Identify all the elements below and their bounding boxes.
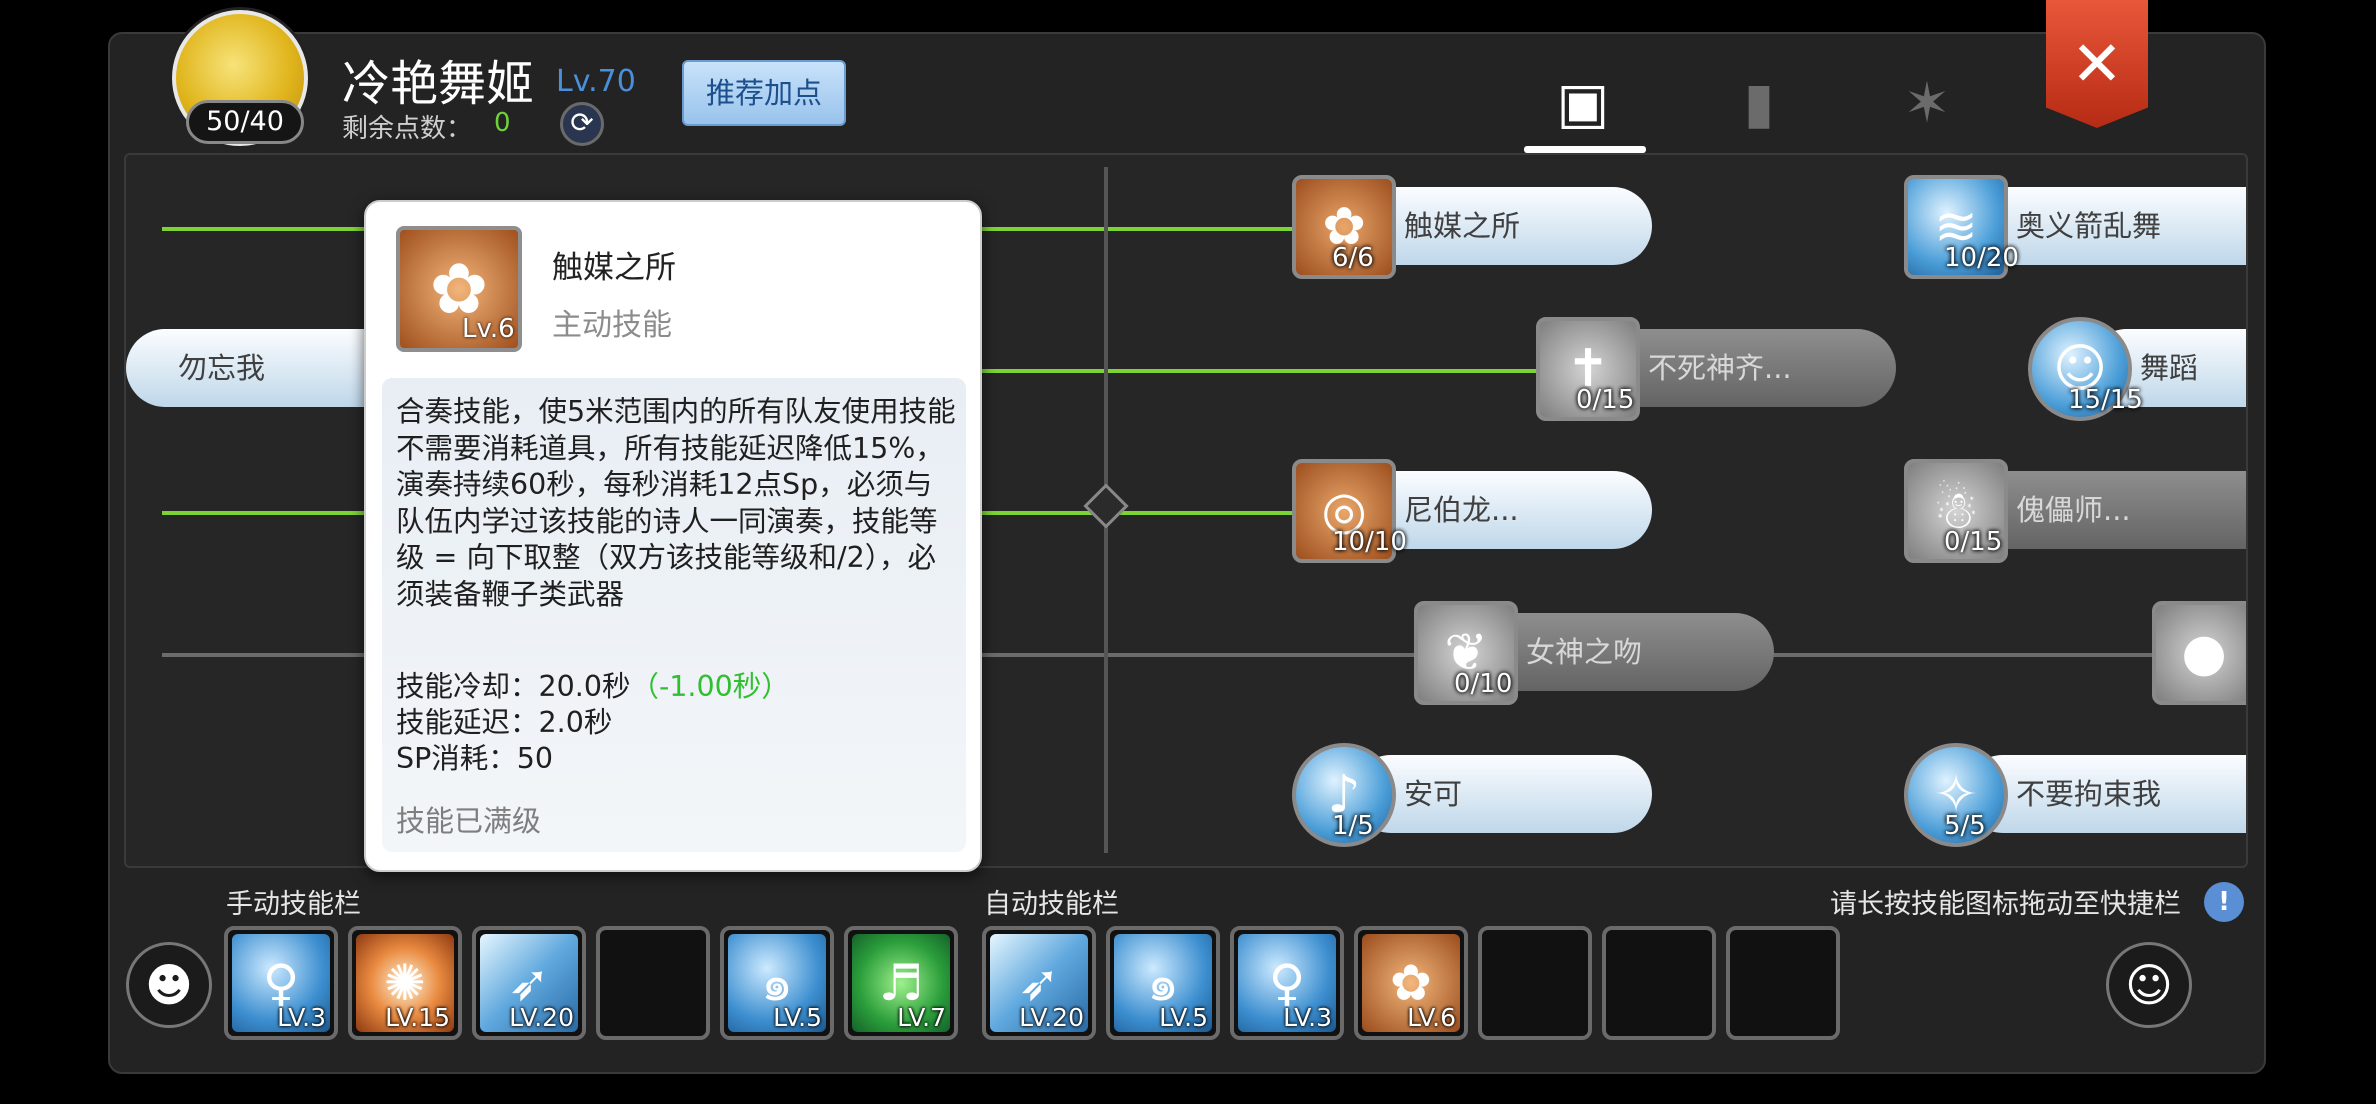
manual-slot[interactable]: ♬ LV.7 xyxy=(844,926,958,1040)
manual-slot[interactable]: ➶ LV.20 xyxy=(472,926,586,1040)
manual-skillbar-label: 手动技能栏 xyxy=(226,889,361,920)
character-level: Lv.70 xyxy=(556,64,636,99)
tab-book[interactable]: ▮ xyxy=(1716,58,1802,148)
popup-description: 合奏技能，使5米范围内的所有队友使用技能不需要消耗道具，所有技能延迟降低15%，… xyxy=(396,395,956,611)
slot-level: LV.20 xyxy=(509,1003,574,1032)
skill-name: 触媒之所 xyxy=(1352,187,1652,265)
slot-level: LV.20 xyxy=(1019,1003,1084,1032)
auto-slot-empty[interactable] xyxy=(1726,926,1840,1040)
slot-level: LV.15 xyxy=(385,1003,450,1032)
close-button[interactable]: ✕ xyxy=(2046,0,2148,128)
skill-detail-popup: ✿ Lv.6 触媒之所 主动技能 合奏技能，使5米范围内的所有队友使用技能不需要… xyxy=(364,200,982,872)
popup-body: 合奏技能，使5米范围内的所有队友使用技能不需要消耗道具，所有技能延迟降低15%，… xyxy=(382,378,966,852)
popup-skill-type: 主动技能 xyxy=(552,308,672,343)
cooldown-bonus: （-1.00秒） xyxy=(630,670,790,703)
manual-slot[interactable]: ๑ LV.5 xyxy=(720,926,834,1040)
reset-points-button[interactable]: ⟳ xyxy=(560,102,604,146)
skill-count: 1/5 xyxy=(1332,811,1374,841)
skill-count: 5/5 xyxy=(1944,811,1986,841)
skill-count: 10/20 xyxy=(1944,243,2019,273)
skill-count: 0/15 xyxy=(1576,385,1635,415)
refresh-icon: ⟳ xyxy=(570,106,594,139)
skill-count: 0/10 xyxy=(1454,669,1513,699)
tab-skills[interactable]: ▣ xyxy=(1540,58,1626,148)
remaining-points-label: 剩余点数： xyxy=(342,114,473,144)
manual-slot-empty[interactable] xyxy=(596,926,710,1040)
active-tab-indicator xyxy=(1524,146,1646,153)
auto-slot[interactable]: ♀ LV.3 xyxy=(1230,926,1344,1040)
auto-skillbar-label: 自动技能栏 xyxy=(984,889,1119,920)
recommend-points-button[interactable]: 推荐加点 xyxy=(682,60,846,126)
skill-name: 安可 xyxy=(1352,755,1652,833)
close-icon: ✕ xyxy=(2071,27,2123,100)
remaining-points-value: 0 xyxy=(494,108,511,138)
skill-name: 不死神齐... xyxy=(1596,329,1896,407)
manual-slot[interactable]: ✺ LV.15 xyxy=(348,926,462,1040)
divider-ornament-icon xyxy=(1083,483,1129,529)
popup-sp-cost: SP消耗：50 xyxy=(396,742,554,775)
popup-cooldown: 技能冷却：20.0秒（-1.00秒） xyxy=(396,664,790,705)
info-icon[interactable]: ! xyxy=(2204,882,2244,922)
popup-skill-level: Lv.6 xyxy=(462,314,515,344)
skill-book-icon: ▣ xyxy=(1556,70,1610,136)
auto-slot-empty[interactable] xyxy=(1478,926,1592,1040)
popup-skill-title: 触媒之所 xyxy=(552,250,676,286)
auto-slot-empty[interactable] xyxy=(1602,926,1716,1040)
slot-level: LV.3 xyxy=(1283,1003,1332,1032)
skill-count: 0/15 xyxy=(1944,527,2003,557)
skill-count: 10/10 xyxy=(1332,527,1407,557)
bookmark-icon: ▮ xyxy=(1743,70,1775,136)
popup-maxed-status: 技能已满级 xyxy=(396,804,542,838)
cat-avatar-icon[interactable]: ☻ xyxy=(126,942,212,1028)
slot-level: LV.5 xyxy=(1159,1003,1208,1032)
slot-level: LV.3 xyxy=(277,1003,326,1032)
drag-hint: 请长按技能图标拖动至快捷栏 xyxy=(1830,889,2181,920)
emblem-count: 50/40 xyxy=(186,100,304,144)
cooldown-label: 技能冷却：20.0秒 xyxy=(396,670,631,703)
slot-level: LV.7 xyxy=(897,1003,946,1032)
skill-name: 女神之吻 xyxy=(1474,613,1774,691)
skill-count: 6/6 xyxy=(1332,243,1374,273)
popup-delay: 技能延迟：2.0秒 xyxy=(396,706,613,739)
auto-slot[interactable]: ๑ LV.5 xyxy=(1106,926,1220,1040)
skill-icon: ● xyxy=(2152,601,2246,705)
auto-slot[interactable]: ✿ LV.6 xyxy=(1354,926,1468,1040)
manual-slot[interactable]: ♀ LV.3 xyxy=(224,926,338,1040)
slot-level: LV.6 xyxy=(1407,1003,1456,1032)
cat-avatar-icon[interactable]: ☺ xyxy=(2106,942,2192,1028)
slot-level: LV.5 xyxy=(773,1003,822,1032)
character-name: 冷艳舞姬 xyxy=(342,56,535,112)
tab-rank[interactable]: ✶ xyxy=(1884,58,1970,148)
winged-shield-icon: ✶ xyxy=(1903,70,1951,136)
auto-slot[interactable]: ➶ LV.20 xyxy=(982,926,1096,1040)
skill-count: 15/15 xyxy=(2068,385,2143,415)
